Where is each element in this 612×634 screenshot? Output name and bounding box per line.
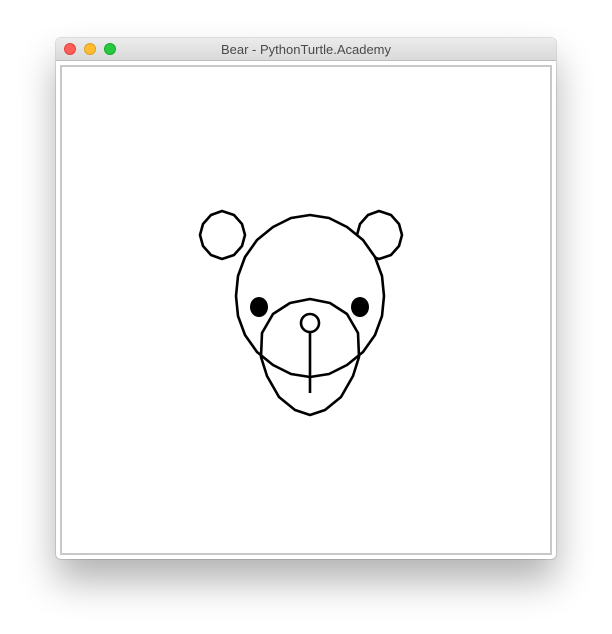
left-ear (198, 209, 247, 261)
right-eye (351, 297, 369, 317)
bear-drawing (198, 209, 404, 417)
title-bar[interactable]: Bear - PythonTurtle.Academy (56, 38, 556, 61)
window-title: Bear - PythonTurtle.Academy (220, 42, 392, 57)
app-window: Bear - PythonTurtle.Academy (56, 38, 556, 559)
left-eye (250, 297, 268, 317)
turtle-canvas[interactable] (60, 65, 552, 555)
